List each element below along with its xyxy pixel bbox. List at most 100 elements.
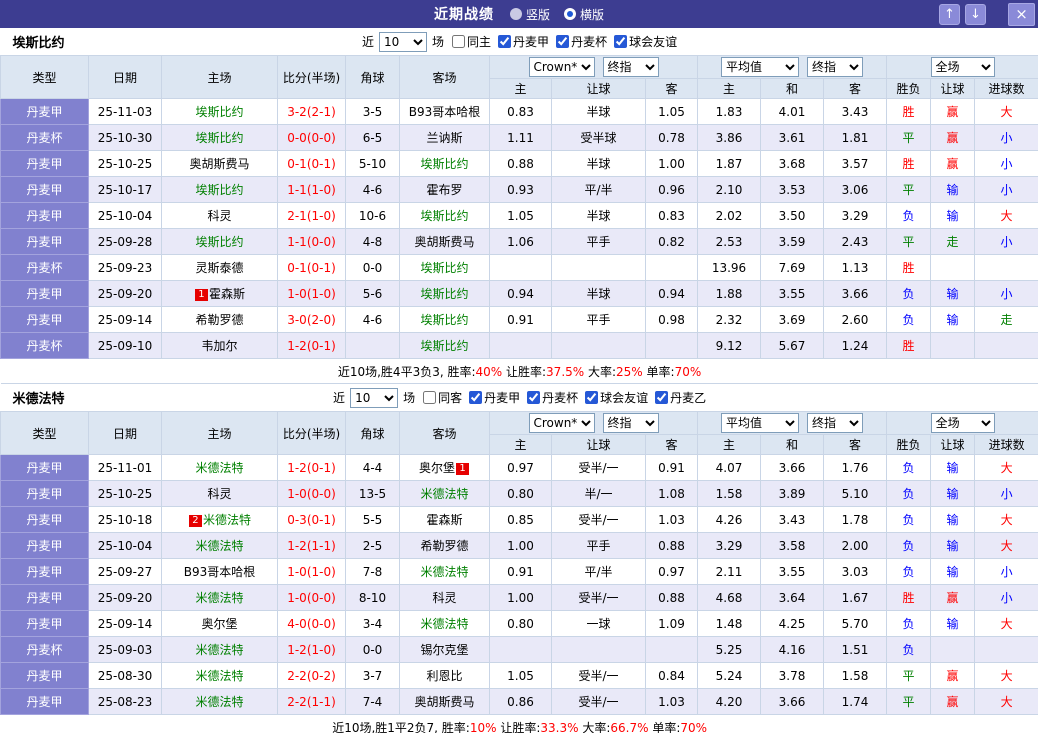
date-cell: 25-09-28 [88, 228, 162, 255]
result-cell: 负 [886, 480, 931, 507]
summary-value: 37.5% [546, 364, 585, 379]
euro-final-odds-select[interactable]: 终指 [807, 57, 863, 77]
score-cell[interactable]: 1-1(1-0) [277, 176, 346, 203]
euro-draw-odds-cell: 3.66 [760, 454, 824, 481]
section-title-row: 米德法特 近 10 场 同客 丹麦甲 丹麦杯 球会友谊 丹麦乙 [0, 384, 1038, 412]
scroll-up-button[interactable]: ↑ [939, 4, 960, 25]
checkbox-label: 球会友谊 [629, 35, 678, 49]
home-team-cell: 奥胡斯费马 [161, 150, 278, 177]
date-cell: 25-08-23 [88, 688, 162, 715]
score-cell[interactable]: 2-1(1-0) [277, 202, 346, 229]
score-cell[interactable]: 1-0(0-0) [277, 480, 346, 507]
score-cell[interactable]: 1-2(0-1) [277, 454, 346, 481]
scroll-down-button[interactable]: ↓ [965, 4, 986, 25]
checkbox-label: 同主 [467, 35, 492, 49]
checkbox-input[interactable] [655, 391, 669, 404]
checkbox-input[interactable] [469, 391, 483, 404]
bookmaker-select[interactable]: Crown* [528, 413, 595, 433]
filter-checkbox-4[interactable]: 丹麦乙 [655, 389, 706, 406]
summary-label: 近10场,胜4平3负3, 胜率: [337, 364, 476, 379]
score-cell[interactable]: 0-1(0-1) [277, 150, 346, 177]
match-row: 丹麦甲 25-11-01 米德法特 1-2(0-1) 4-4 奥尔堡 1 0.97 受半/一 0.… [0, 454, 1038, 481]
score-cell[interactable]: 1-2(1-1) [277, 532, 346, 559]
euro-draw-odds-cell: 5.67 [760, 332, 824, 359]
bookmaker-select[interactable]: Crown* [528, 57, 595, 77]
match-count-select[interactable]: 10 [350, 387, 399, 408]
filter-checkbox-0[interactable]: 同主 [452, 33, 491, 50]
euro-home-odds-cell: 3.29 [697, 532, 761, 559]
checkbox-input[interactable] [423, 391, 437, 404]
score-cell[interactable]: 1-1(0-0) [277, 228, 346, 255]
asian-home-odds-cell: 0.91 [489, 558, 552, 585]
away-team-cell: 米德法特 [399, 558, 490, 585]
asian-home-odds-cell: 1.00 [489, 584, 552, 611]
summary-value: 40% [475, 364, 503, 379]
match-scope-select[interactable]: 全场 [930, 413, 995, 433]
result-cell: 负 [886, 532, 931, 559]
match-scope-select[interactable]: 全场 [930, 57, 995, 77]
goals-result-cell: 小 [973, 280, 1038, 307]
euro-draw-odds-cell: 3.89 [760, 480, 824, 507]
layout-radio-option-1[interactable]: 横版 [564, 6, 604, 23]
asian-away-odds-cell [645, 254, 698, 281]
near-label: 近 [333, 391, 346, 405]
euro-away-odds-cell: 2.60 [823, 306, 887, 333]
goals-result-cell: 小 [973, 480, 1038, 507]
match-row: 丹麦甲 25-10-25 科灵 1-0(0-0) 13-5 米德法特 0.80 半/一 1.08… [0, 480, 1038, 507]
score-cell[interactable]: 2-2(1-1) [277, 688, 346, 715]
goals-result-cell: 大 [973, 610, 1038, 637]
goals-result-cell: 小 [973, 176, 1038, 203]
filter-checkbox-1[interactable]: 丹麦甲 [498, 33, 549, 50]
score-cell[interactable]: 1-2(0-1) [277, 332, 346, 359]
euro-away-odds-cell: 1.81 [823, 124, 887, 151]
filter-checkbox-2[interactable]: 丹麦杯 [527, 389, 578, 406]
handicap-result-cell: 走 [930, 228, 975, 255]
score-cell[interactable]: 1-2(1-0) [277, 636, 346, 663]
score-cell[interactable]: 2-2(0-2) [277, 662, 346, 689]
match-row: 丹麦甲 25-09-20 米德法特 1-0(0-0) 8-10 科灵 1.00 受半/一 0.8… [0, 584, 1038, 611]
layout-radio-option-0[interactable]: 竖版 [509, 6, 550, 23]
checkbox-label: 丹麦乙 [670, 391, 707, 405]
asian-final-odds-select[interactable]: 终指 [602, 413, 659, 433]
asian-handicap-cell: 半球 [551, 202, 646, 229]
euro-away-odds-cell: 3.43 [823, 98, 887, 125]
checkbox-input[interactable] [498, 35, 512, 48]
euro-draw-odds-cell: 3.55 [760, 558, 824, 585]
score-cell[interactable]: 3-0(2-0) [277, 306, 346, 333]
checkbox-input[interactable] [614, 35, 628, 48]
score-cell[interactable]: 1-0(0-0) [277, 584, 346, 611]
euro-final-odds-select[interactable]: 终指 [807, 413, 863, 433]
score-cell[interactable]: 0-0(0-0) [277, 124, 346, 151]
league-type-cell: 丹麦杯 [0, 332, 89, 359]
home-team-cell: 米德法特 [161, 636, 278, 663]
match-count-select[interactable]: 10 [379, 31, 428, 52]
asian-home-odds-cell: 0.80 [489, 610, 552, 637]
asian-away-odds-cell: 0.78 [645, 124, 698, 151]
asian-final-odds-select[interactable]: 终指 [602, 57, 659, 77]
filter-checkbox-3[interactable]: 球会友谊 [614, 33, 677, 50]
checkbox-input[interactable] [585, 391, 599, 404]
euro-draw-odds-cell: 3.59 [760, 228, 824, 255]
score-cell[interactable]: 1-0(1-0) [277, 558, 346, 585]
score-cell[interactable]: 0-1(0-1) [277, 254, 346, 281]
euro-average-select[interactable]: 平均值 [721, 413, 799, 433]
euro-average-select[interactable]: 平均值 [721, 57, 799, 77]
filter-checkbox-2[interactable]: 丹麦杯 [556, 33, 607, 50]
corner-cell: 4-4 [345, 454, 400, 481]
checkbox-input[interactable] [527, 391, 541, 404]
asian-handicap-cell: 平手 [551, 228, 646, 255]
league-type-cell: 丹麦甲 [0, 506, 89, 533]
handicap-result-cell: 输 [930, 202, 975, 229]
asian-home-odds-cell: 1.06 [489, 228, 552, 255]
filter-checkbox-0[interactable]: 同客 [423, 389, 462, 406]
score-cell[interactable]: 4-0(0-0) [277, 610, 346, 637]
checkbox-input[interactable] [556, 35, 570, 48]
score-cell[interactable]: 0-3(0-1) [277, 506, 346, 533]
score-cell[interactable]: 3-2(2-1) [277, 98, 346, 125]
checkbox-input[interactable] [452, 35, 466, 48]
filter-checkbox-1[interactable]: 丹麦甲 [469, 389, 520, 406]
filter-checkbox-3[interactable]: 球会友谊 [585, 389, 648, 406]
score-cell[interactable]: 1-0(1-0) [277, 280, 346, 307]
close-button[interactable]: × [1008, 3, 1035, 26]
corner-cell: 0-0 [345, 636, 400, 663]
